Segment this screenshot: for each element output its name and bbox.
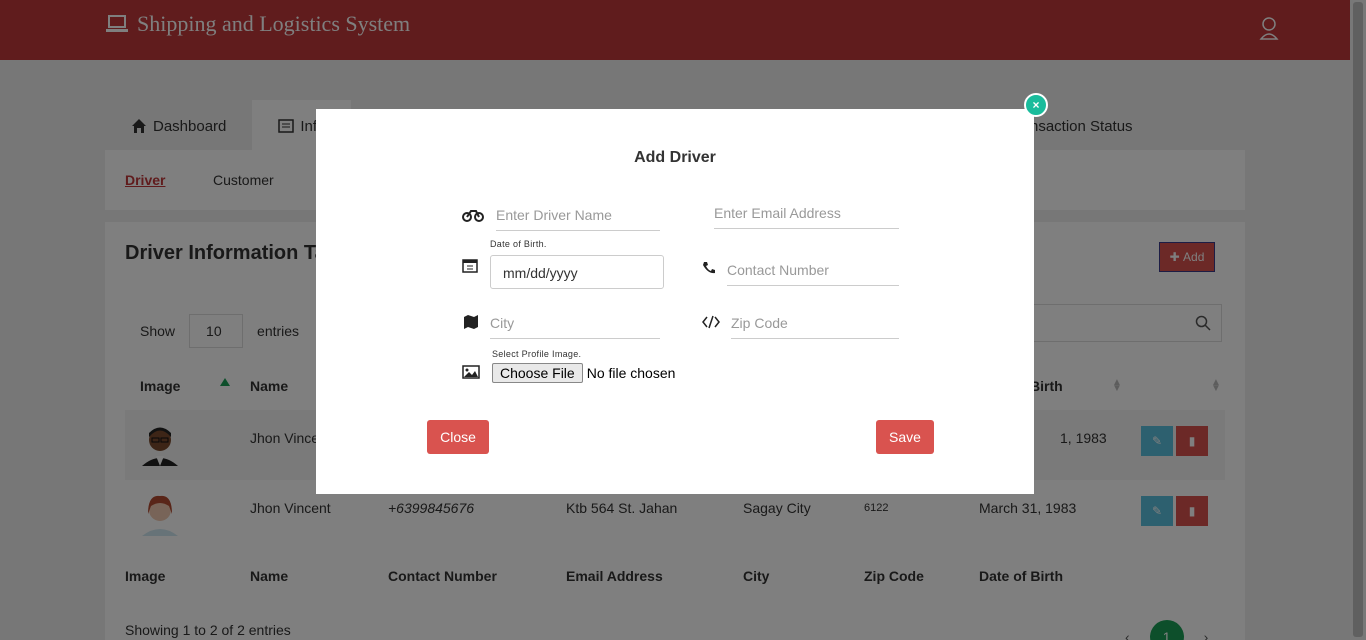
image-icon (462, 365, 480, 379)
phone-icon (703, 262, 715, 274)
choose-file-button[interactable]: Choose File (492, 363, 583, 383)
driver-name-input[interactable]: Enter Driver Name (496, 199, 660, 231)
modal-close-icon[interactable]: × (1024, 93, 1048, 117)
add-driver-modal: Add Driver Enter Driver Name Enter Email… (316, 109, 1034, 494)
email-input[interactable]: Enter Email Address (714, 197, 899, 229)
map-icon (464, 315, 478, 329)
close-button[interactable]: Close (427, 420, 489, 454)
code-icon (702, 315, 720, 329)
motorcycle-icon (462, 210, 484, 222)
profile-image-label: Select Profile Image. (492, 349, 582, 359)
contact-number-input[interactable]: Contact Number (727, 254, 899, 286)
zip-code-input[interactable]: Zip Code (731, 307, 899, 339)
calendar-icon (462, 259, 478, 273)
file-status: No file chosen (586, 365, 676, 381)
dob-label: Date of Birth. (490, 239, 547, 249)
modal-title: Add Driver (634, 149, 716, 166)
city-input[interactable]: City (490, 307, 660, 339)
profile-image-file-input[interactable]: Choose File No file chosen (492, 363, 675, 383)
save-button[interactable]: Save (876, 420, 934, 454)
dob-input[interactable]: mm/dd/yyyy (490, 255, 664, 289)
